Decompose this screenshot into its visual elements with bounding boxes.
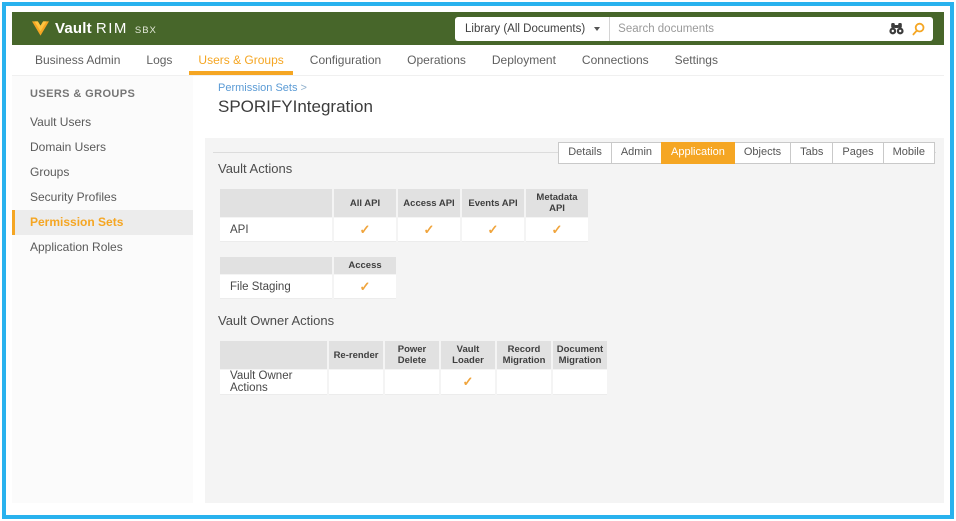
column-header-vault-loader: Vault Loader [441,341,495,369]
check-icon: ✓ [334,275,396,299]
check-icon: ✓ [462,218,524,242]
row-label: Vault Owner Actions [220,370,327,395]
nav-item-settings[interactable]: Settings [662,45,731,75]
logo-brand-text: Vault [55,20,92,37]
table-row: API✓✓✓✓ [220,218,588,242]
breadcrumb[interactable]: Permission Sets> [218,82,307,94]
column-header-re-render: Re-render [329,341,383,369]
row-label: File Staging [220,275,332,299]
sidebar: USERS & GROUPS Vault UsersDomain UsersGr… [12,76,193,503]
chevron-down-icon [594,27,600,31]
sidebar-item-vault-users[interactable]: Vault Users [12,110,193,135]
nav-item-users-groups[interactable]: Users & Groups [185,45,296,75]
breadcrumb-separator: > [300,82,306,94]
check-icon: ✓ [526,218,588,242]
table-row: Vault Owner Actions ✓ [220,370,607,395]
nav-item-logs[interactable]: Logs [133,45,185,75]
check-cell-empty [553,370,607,395]
permissions-table: All APIAccess APIEvents APIMetadata APIA… [218,188,590,243]
veeva-v-icon [32,21,49,36]
search-scope-dropdown[interactable]: Library (All Documents) [455,17,610,41]
sidebar-heading: USERS & GROUPS [12,76,193,110]
check-icon: ✓ [334,218,396,242]
header-bar: Vault RIM SBX Library (All Documents) [12,12,944,45]
sidebar-item-domain-users[interactable]: Domain Users [12,135,193,160]
search-bar: Library (All Documents) [455,17,933,41]
check-cell-empty [497,370,551,395]
content-panel: DetailsAdminApplicationObjectsTabsPagesM… [205,138,944,503]
search-scope-label: Library (All Documents) [465,23,585,35]
app-window: Vault RIM SBX Library (All Documents) [0,0,956,521]
tab-application[interactable]: Application [661,142,735,164]
vault-logo[interactable]: Vault RIM SBX [32,20,157,37]
sidebar-item-groups[interactable]: Groups [12,160,193,185]
column-header-power-delete: Power Delete [385,341,439,369]
nav-item-business-admin[interactable]: Business Admin [22,45,133,75]
page-title: SPORIFYIntegration [218,97,373,117]
table-row: File Staging✓ [220,275,396,299]
advanced-search-icon[interactable] [885,17,907,41]
search-input[interactable] [610,19,885,39]
permissions-content: Vault ActionsAll APIAccess APIEvents API… [218,161,931,409]
check-cell-empty [329,370,383,395]
column-header-empty [220,189,332,217]
column-header-access-api: Access API [398,189,460,217]
logo-environment-badge: SBX [135,25,157,36]
check-icon: ✓ [441,370,495,395]
permissions-table: AccessFile Staging✓ [218,256,398,300]
sidebar-item-permission-sets[interactable]: Permission Sets [12,210,193,235]
column-header-empty [220,257,332,274]
nav-item-operations[interactable]: Operations [394,45,479,75]
nav-item-connections[interactable]: Connections [569,45,662,75]
column-header-document-migration: Document Migration [553,341,607,369]
row-label: API [220,218,332,242]
column-header-metadata-api: Metadata API [526,189,588,217]
primary-nav: Business AdminLogsUsers & GroupsConfigur… [12,45,944,76]
check-icon: ✓ [398,218,460,242]
sidebar-item-security-profiles[interactable]: Security Profiles [12,185,193,210]
check-cell-empty [385,370,439,395]
column-header-events-api: Events API [462,189,524,217]
column-header-access: Access [334,257,396,274]
column-header-all-api: All API [334,189,396,217]
nav-item-configuration[interactable]: Configuration [297,45,394,75]
logo-product-text: RIM [96,20,128,37]
column-header-empty [220,341,327,369]
permissions-table: Re-renderPower DeleteVault LoaderRecord … [218,340,609,396]
section-heading-vault-actions: Vault Actions [218,161,931,176]
column-header-record-migration: Record Migration [497,341,551,369]
sidebar-item-application-roles[interactable]: Application Roles [12,235,193,260]
search-icon[interactable] [907,17,929,41]
section-heading-vault-owner-actions: Vault Owner Actions [218,313,931,328]
nav-item-deployment[interactable]: Deployment [479,45,569,75]
breadcrumb-area: Permission Sets> SPORIFYIntegration [205,76,944,138]
